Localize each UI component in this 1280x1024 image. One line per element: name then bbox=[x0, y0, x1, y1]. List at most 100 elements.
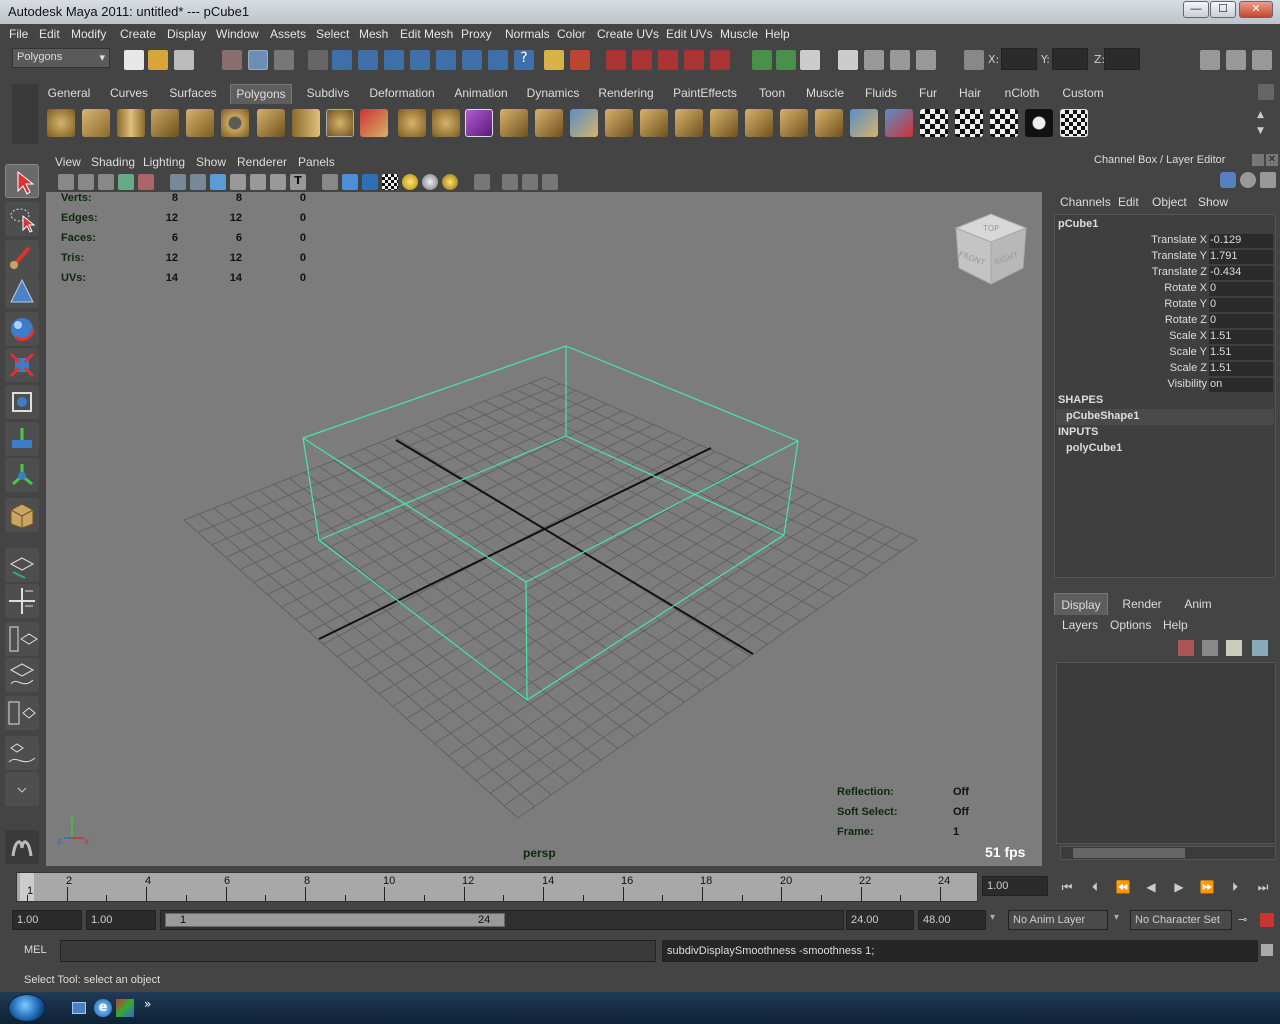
float-panel-icon[interactable] bbox=[1252, 154, 1264, 166]
trash-icon[interactable] bbox=[1258, 84, 1274, 100]
camera-select-icon[interactable] bbox=[58, 174, 74, 190]
poly-cone-icon[interactable] bbox=[151, 109, 179, 137]
grid-toggle-icon[interactable] bbox=[170, 174, 186, 190]
shelf-scroll-down-icon[interactable]: ▼ bbox=[1257, 126, 1271, 138]
layer-menu-options[interactable]: Options bbox=[1110, 618, 1151, 632]
select-object-icon[interactable] bbox=[248, 50, 268, 70]
menu-proxy[interactable]: Proxy bbox=[461, 27, 492, 41]
menu-create[interactable]: Create bbox=[120, 27, 156, 41]
channelbox-menu-edit[interactable]: Edit bbox=[1118, 195, 1139, 209]
character-set-dropdown[interactable]: No Character Set bbox=[1130, 910, 1232, 930]
shelf-tab-subdivs[interactable]: Subdivs bbox=[300, 84, 356, 104]
show-desktop-icon[interactable] bbox=[72, 1002, 86, 1014]
construction-history-icon[interactable] bbox=[606, 50, 626, 70]
channel-box-icon[interactable] bbox=[890, 50, 910, 70]
uv-texture-editor-icon[interactable] bbox=[1060, 109, 1088, 137]
menu-edit[interactable]: Edit bbox=[39, 27, 60, 41]
step-forward-key-icon[interactable]: ⏩ bbox=[1198, 880, 1216, 896]
menuset-dropdown[interactable]: Polygons ▾ bbox=[12, 48, 110, 68]
input-node-name[interactable]: polyCube1 bbox=[1066, 442, 1122, 454]
smooth-shade-icon[interactable] bbox=[342, 174, 358, 190]
merge-vertices-icon[interactable] bbox=[710, 109, 738, 137]
anim-layer-dropdown[interactable]: No Anim Layer bbox=[1008, 910, 1108, 930]
shelf-tab-fluids[interactable]: Fluids bbox=[860, 84, 902, 104]
shadows-icon[interactable] bbox=[442, 174, 458, 190]
char-set-chevron-icon[interactable]: ▾ bbox=[1114, 912, 1119, 923]
film-gate-icon[interactable] bbox=[190, 174, 206, 190]
poly-pyramid-icon[interactable] bbox=[257, 109, 285, 137]
channelbox-menu-channels[interactable]: Channels bbox=[1060, 195, 1111, 209]
attr-visibility-label[interactable]: Visibility bbox=[1055, 378, 1207, 390]
layer-scroll-thumb[interactable] bbox=[1073, 848, 1185, 858]
channelbox-menu-object[interactable]: Object bbox=[1152, 195, 1187, 209]
attr-rotate-y-value[interactable]: 0 bbox=[1209, 298, 1273, 312]
shelf-tab-muscle[interactable]: Muscle bbox=[802, 84, 848, 104]
field-chart-icon[interactable] bbox=[230, 174, 246, 190]
range-slider-bar[interactable]: 1 24 bbox=[165, 913, 505, 927]
layout-four-pane-icon[interactable] bbox=[5, 584, 39, 618]
close-panel-icon[interactable]: ✕ bbox=[1266, 154, 1278, 166]
layer-tab-render[interactable]: Render bbox=[1116, 593, 1168, 615]
new-layer-icon[interactable] bbox=[1226, 640, 1242, 656]
range-slider[interactable]: 1 24 bbox=[160, 910, 844, 930]
spherical-mapping-icon[interactable] bbox=[990, 109, 1018, 137]
default-lighting-icon[interactable] bbox=[402, 174, 418, 190]
shelf-tab-polygons[interactable]: Polygons bbox=[230, 84, 292, 104]
go-to-start-icon[interactable]: ⏮ bbox=[1058, 880, 1076, 896]
shelf-tab-toon[interactable]: Toon bbox=[752, 84, 792, 104]
start-button[interactable] bbox=[8, 994, 46, 1022]
sculpt-geometry-icon[interactable] bbox=[885, 109, 913, 137]
shelf-tab-rendering[interactable]: Rendering bbox=[594, 84, 658, 104]
menu-modify[interactable]: Modify bbox=[71, 27, 106, 41]
move-layer-down-icon[interactable] bbox=[1202, 640, 1218, 656]
select-hierarchy-icon[interactable] bbox=[222, 50, 242, 70]
shelf-tab-animation[interactable]: Animation bbox=[450, 84, 512, 104]
channelbox-menu-show[interactable]: Show bbox=[1198, 195, 1228, 209]
shape-row[interactable]: pCubeShape1 bbox=[1056, 409, 1274, 425]
menu-edit-uvs[interactable]: Edit UVs bbox=[666, 27, 713, 41]
layout-graph-icon[interactable] bbox=[5, 736, 39, 770]
minimize-button[interactable]: — bbox=[1183, 1, 1209, 18]
channel-icon-1[interactable] bbox=[1220, 172, 1236, 188]
layer-editor-icon[interactable] bbox=[916, 50, 936, 70]
planar-mapping-icon[interactable] bbox=[920, 109, 948, 137]
all-lights-icon[interactable] bbox=[422, 174, 438, 190]
pick-mask-icon[interactable] bbox=[462, 50, 482, 70]
menu-edit-mesh[interactable]: Edit Mesh bbox=[400, 27, 453, 41]
attr-scale-y-label[interactable]: Scale Y bbox=[1055, 346, 1207, 358]
wireframe-on-shaded-icon[interactable] bbox=[362, 174, 378, 190]
tool-settings-icon[interactable] bbox=[864, 50, 884, 70]
automatic-mapping-icon[interactable] bbox=[1025, 109, 1053, 137]
attr-visibility-value[interactable]: on bbox=[1209, 378, 1273, 392]
attr-rotate-x-value[interactable]: 0 bbox=[1209, 282, 1273, 296]
combine-icon[interactable] bbox=[360, 109, 388, 137]
current-time-field[interactable]: 1.00 bbox=[982, 876, 1048, 896]
wireframe-icon[interactable] bbox=[322, 174, 338, 190]
outliner-icon[interactable] bbox=[1226, 50, 1246, 70]
attr-translate-z-label[interactable]: Translate Z bbox=[1055, 266, 1207, 278]
poly-cylinder-icon[interactable] bbox=[117, 109, 145, 137]
poly-sphere-icon[interactable] bbox=[47, 109, 75, 137]
camera-attr-icon[interactable] bbox=[78, 174, 94, 190]
lasso-tool-icon[interactable] bbox=[5, 202, 39, 236]
play-forwards-icon[interactable]: ▶ bbox=[1170, 880, 1188, 896]
start-time-field[interactable]: 1.00 bbox=[12, 910, 82, 930]
menu-select[interactable]: Select bbox=[316, 27, 349, 41]
snap-grid-icon[interactable] bbox=[332, 50, 352, 70]
menu-help[interactable]: Help bbox=[765, 27, 790, 41]
shelf-tab-painteffects[interactable]: PaintEffects bbox=[670, 84, 740, 104]
select-tool-icon[interactable] bbox=[5, 164, 39, 198]
scale-tool-icon[interactable] bbox=[5, 385, 39, 419]
attr-scale-x-value[interactable]: 1.51 bbox=[1209, 330, 1273, 344]
playback-end-field[interactable]: 24.00 bbox=[846, 910, 914, 930]
shape-node-name[interactable]: pCubeShape1 bbox=[1066, 410, 1139, 422]
shelf-tab-curves[interactable]: Curves bbox=[104, 84, 154, 104]
attr-translate-x-label[interactable]: Translate X bbox=[1055, 234, 1207, 246]
animation-prefs-icon[interactable] bbox=[1260, 913, 1274, 927]
layout-persp-outliner-icon[interactable] bbox=[5, 622, 39, 656]
end-time-field[interactable]: 48.00 bbox=[918, 910, 986, 930]
menu-window[interactable]: Window bbox=[216, 27, 259, 41]
playback-start-field[interactable]: 1.00 bbox=[86, 910, 156, 930]
attr-scale-z-value[interactable]: 1.51 bbox=[1209, 362, 1273, 376]
input-ops-icon[interactable] bbox=[752, 50, 772, 70]
